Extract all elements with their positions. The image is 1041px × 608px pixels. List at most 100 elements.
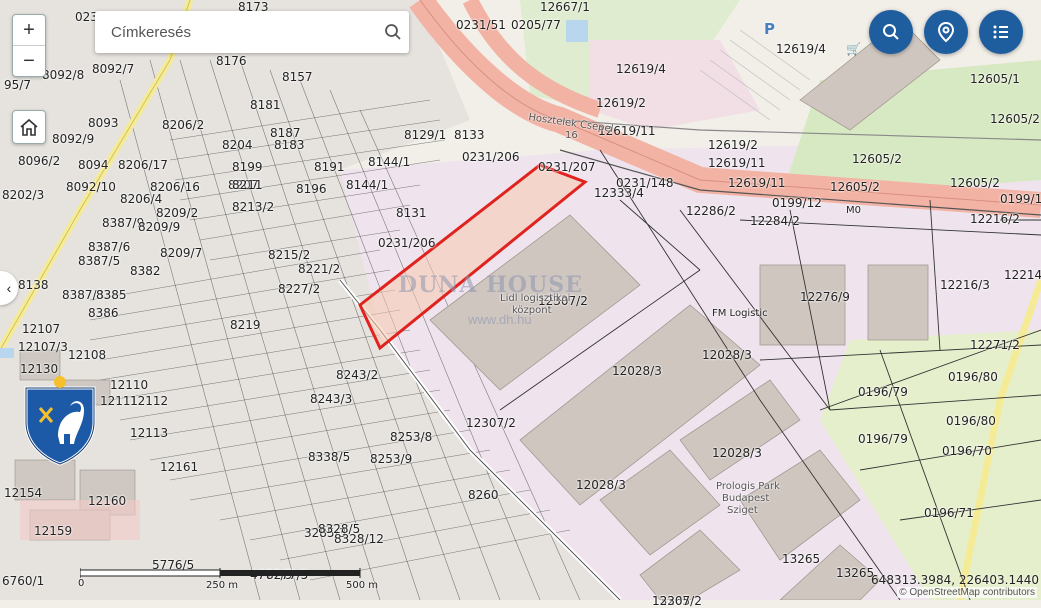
list-icon xyxy=(993,25,1008,39)
parcel-label: 12110 xyxy=(110,378,149,392)
zoom-out-button[interactable]: − xyxy=(13,45,45,76)
parcel-label: 12284/2 xyxy=(750,214,800,228)
parcel-label: 12160 xyxy=(88,494,127,508)
parcel-label: 8138 xyxy=(18,278,49,292)
parcel-label: 13265 xyxy=(836,566,875,580)
parcel-label: 8253/9 xyxy=(370,452,413,466)
parcel-label: 0231/148 xyxy=(616,176,674,190)
place-label-prologis-2: Budapest xyxy=(722,493,770,504)
parcel-label: 8092/7 xyxy=(92,62,135,76)
parcel-label: 8243/2 xyxy=(336,368,379,382)
parcel-label: 8196 xyxy=(296,182,327,196)
scale-250: 250 m xyxy=(206,580,239,591)
parcel-label: 12619/2 xyxy=(596,96,646,110)
parcel-label: 8209/7 xyxy=(160,246,203,260)
parcel-label: 12161 xyxy=(160,460,199,474)
road-number: 16 xyxy=(565,130,578,141)
parcel-label: 0231/206 xyxy=(378,236,436,250)
parcel-label: 12028/3 xyxy=(702,348,752,362)
parcel-label: 12307/2 xyxy=(652,594,702,608)
parcel-label: 0196/79 xyxy=(858,432,908,446)
parcel-label: 0196/80 xyxy=(948,370,998,384)
parcel-label: 0231/51 xyxy=(456,18,506,32)
place-label-fm: FM Logistic xyxy=(712,308,768,319)
home-button[interactable] xyxy=(12,110,46,144)
parcel-label: 8157 xyxy=(282,70,313,84)
parcel-label: 8382 xyxy=(130,264,161,278)
parcel-label: 12107 xyxy=(22,322,61,336)
zoom-in-button[interactable]: + xyxy=(13,15,45,45)
parcel-label: 0205/77 xyxy=(511,18,561,32)
parcel-label: 0196/70 xyxy=(942,444,992,458)
parcel-label: 12107/3 xyxy=(18,340,68,354)
watermark-brand: DUNA HOUSE xyxy=(398,272,583,298)
parcel-label: 8204 xyxy=(222,138,253,152)
place-label-prologis: Prologis Park xyxy=(716,481,780,492)
parcel-label: 12619/4 xyxy=(776,42,826,56)
shop-icon: 🛒 xyxy=(846,42,861,56)
parcel-label: 12028/3 xyxy=(576,478,626,492)
parcel-label: 8211 xyxy=(232,178,263,192)
parcel-label: 0231/206 xyxy=(462,150,520,164)
parcel-label: 8243/3 xyxy=(310,392,353,406)
parcel-label: 12605/2 xyxy=(852,152,902,166)
parcel-label: 8176 xyxy=(216,54,247,68)
parcel-label: 8183 xyxy=(274,138,305,152)
parcel-label: 8144/1 xyxy=(368,155,411,169)
parcel-label: 8328/5 xyxy=(318,522,361,536)
parcel-label: 12605/2 xyxy=(950,176,1000,190)
parcel-label: 12113 xyxy=(130,426,169,440)
parcel-label: 12028/3 xyxy=(612,364,662,378)
magnifier-icon xyxy=(883,24,899,40)
parcel-label: 8093 xyxy=(88,116,119,130)
parcel-label: 0199/10 xyxy=(1000,192,1041,206)
parcel-label: 8131 xyxy=(396,206,427,220)
parcel-label: 12271/2 xyxy=(970,338,1020,352)
parcel-label: 12605/2 xyxy=(830,180,880,194)
zoom-control: + − xyxy=(12,14,46,77)
parcel-label: 8129/1 xyxy=(404,128,447,142)
parcel-label: 12216/2 xyxy=(970,212,1020,226)
parcel-label: 8387/6 xyxy=(88,240,131,254)
parcel-label: 13265 xyxy=(782,552,821,566)
parcel-label: 12108 xyxy=(68,348,107,362)
parcel-label: 12154 xyxy=(4,486,43,500)
scale-bar: 0 250 m 500 m xyxy=(78,568,500,592)
parcel-label: 6760/1 xyxy=(2,574,45,588)
parcel-label: 12605/1 xyxy=(970,72,1020,86)
place-label-prologis-3: Sziget xyxy=(727,505,758,516)
parcel-label: 8092/9 xyxy=(52,132,95,146)
coordinate-readout: 648313.3984, 226403.1440 xyxy=(871,573,1039,587)
parcel-label: 12276/9 xyxy=(800,290,850,304)
parcel-label: 8092/8 xyxy=(42,68,85,82)
parcel-label: 95/7 xyxy=(4,78,31,92)
parcel-label: 8221/2 xyxy=(298,262,341,276)
parcel-label: 8385 xyxy=(96,288,127,302)
parcel-label: 8206/2 xyxy=(162,118,205,132)
location-fab-button[interactable] xyxy=(924,10,968,54)
search-icon[interactable] xyxy=(377,23,409,41)
parcel-label: 12028/3 xyxy=(712,446,762,460)
parcel-label: 8206/4 xyxy=(120,192,163,206)
attribution[interactable]: © OpenStreetMap contributors xyxy=(897,587,1037,598)
parcel-label: 8191 xyxy=(314,160,345,174)
parcel-label: 8206/17 xyxy=(118,158,168,172)
parcel-label: 8219 xyxy=(230,318,261,332)
parcel-label: 8253/8 xyxy=(390,430,433,444)
parcel-label: 8386 xyxy=(88,306,119,320)
parcel-label: 8209/2 xyxy=(156,206,199,220)
search-fab-button[interactable] xyxy=(869,10,913,54)
parcel-label: 8133 xyxy=(454,128,485,142)
search-box xyxy=(95,11,409,53)
parcel-label: 12112 xyxy=(130,394,169,408)
layers-fab-button[interactable] xyxy=(979,10,1023,54)
parcel-label: 0231/207 xyxy=(538,160,596,174)
parcel-label: 8213/2 xyxy=(232,200,275,214)
parcel-label: 12619/11 xyxy=(728,176,786,190)
parcel-label: 8199 xyxy=(232,160,263,174)
road-label-m0: M0 xyxy=(846,205,861,216)
search-input[interactable] xyxy=(109,22,377,42)
parcel-label: 12214 xyxy=(1004,268,1041,282)
parcel-label: 12307/2 xyxy=(466,416,516,430)
watermark-url: www.dh.hu xyxy=(468,312,532,327)
